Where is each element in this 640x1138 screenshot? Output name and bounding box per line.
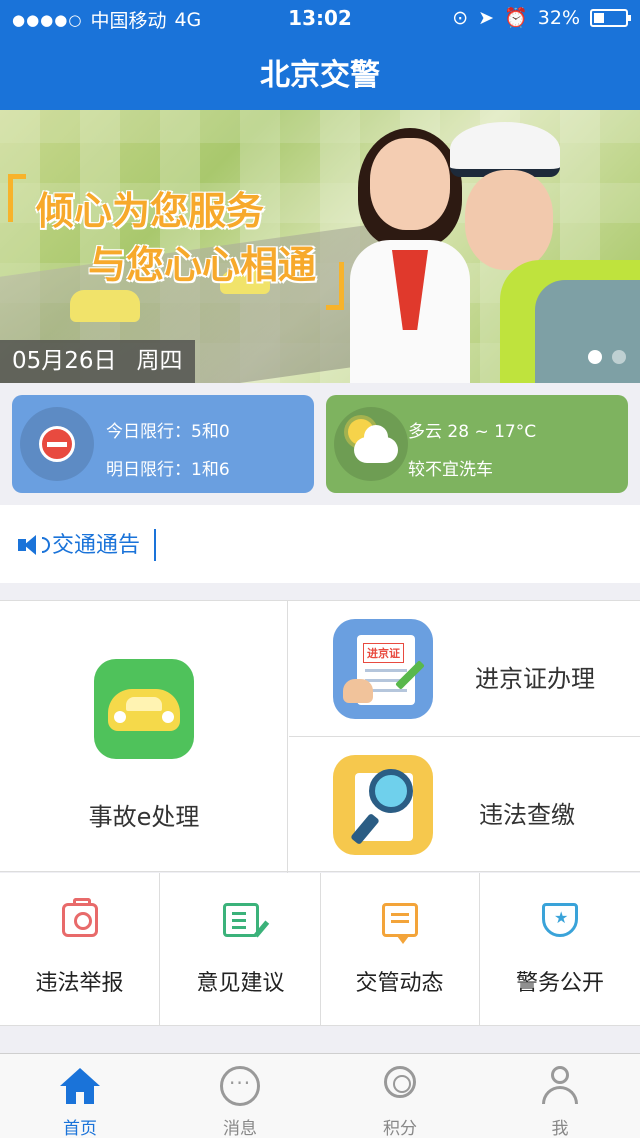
battery-percent: 32% [537,6,580,29]
camera-icon [62,898,98,937]
info-cards: 今日限行：5和0 明日限行：1和6 多云 28 ~ 17°C 较不宜洗车 [0,383,640,505]
note-edit-icon [223,903,259,937]
service-feedback[interactable]: 意见建议 [161,873,321,1026]
main-services-grid: 事故e处理 进京证 进京证办理 违法查缴 [0,600,640,873]
carousel-dot-1[interactable] [588,350,602,364]
banner-date: 05月26日 周四 [0,340,195,383]
carousel-indicator [588,350,626,364]
tab-home[interactable]: 首页 [0,1054,160,1138]
tab-points-label: 积分 [383,1119,417,1138]
slogan-line-1: 倾心为您服务 [36,189,265,233]
service-disclosure-label: 警务公开 [515,971,604,996]
date-text: 05月26日 [12,348,117,374]
traffic-limit-card[interactable]: 今日限行：5和0 明日限行：1和6 [12,395,314,493]
app-header: ●●●●○ 中国移动 4G 13:02 ⊙ ➤ ⏰ 32% 北京交警 [0,0,640,110]
traffic-notice-bar[interactable]: 交通通告 [0,505,640,583]
person-icon [540,1066,580,1106]
service-permit[interactable]: 进京证 进京证办理 [289,601,640,737]
shield-star-icon [542,903,578,937]
service-permit-label: 进京证办理 [475,665,595,693]
service-accident-label: 事故e处理 [88,803,200,831]
banner-carousel[interactable]: 倾心为您服务 与您心心相通 05月26日 周四 [0,110,640,383]
service-report[interactable]: 违法举报 [0,873,160,1026]
notice-label: 交通通告 [52,533,141,558]
car-icon [94,659,194,759]
tab-me[interactable]: 我 [480,1054,640,1138]
tab-me-label: 我 [551,1119,569,1138]
medal-icon [384,1066,416,1098]
limit-tomorrow: 明日限行：1和6 [106,460,230,480]
service-disclosure[interactable]: 警务公开 [480,873,640,1026]
battery-icon [590,8,631,27]
page-title: 北京交警 [260,58,380,93]
tab-home-label: 首页 [63,1119,97,1138]
secondary-services-grid: 违法举报 意见建议 交管动态 警务公开 [0,873,640,1026]
chat-icon [220,1066,260,1106]
notice-divider [154,529,156,561]
weekday-text: 周四 [136,348,183,374]
bottom-tab-bar: 首页 消息 积分 我 [0,1053,640,1138]
service-news-label: 交管动态 [355,971,444,996]
limit-today: 今日限行：5和0 [106,422,230,442]
service-accident[interactable]: 事故e处理 [0,601,288,873]
message-icon [382,903,418,944]
service-violation-label: 违法查缴 [479,801,575,829]
slogan-line-2: 与您心心相通 [88,243,317,287]
banner-slogan: 倾心为您服务 与您心心相通 [8,170,348,340]
rotation-lock-icon: ⊙ [452,6,469,29]
tab-messages-label: 消息 [223,1119,257,1138]
no-entry-icon [20,407,94,481]
service-news[interactable]: 交管动态 [320,873,480,1026]
status-bar: ●●●●○ 中国移动 4G 13:02 ⊙ ➤ ⏰ 32% [0,0,640,36]
alarm-icon: ⏰ [504,7,528,29]
banner-officer-image [440,110,640,383]
tab-points[interactable]: 积分 [320,1054,480,1138]
carousel-dot-2[interactable] [612,350,626,364]
permit-badge-text: 进京证 [363,643,404,663]
speaker-icon [18,535,50,555]
permit-document-icon: 进京证 [333,619,433,719]
partly-cloudy-icon [334,407,408,481]
weather-card[interactable]: 多云 28 ~ 17°C 较不宜洗车 [326,395,628,493]
magnifier-document-icon [333,755,433,855]
home-icon [60,1066,100,1106]
service-feedback-label: 意见建议 [196,971,285,996]
weather-summary: 多云 28 ~ 17°C [408,422,537,442]
car-wash-advice: 较不宜洗车 [408,460,493,480]
tab-messages[interactable]: 消息 [160,1054,320,1138]
service-violation[interactable]: 违法查缴 [289,737,640,873]
service-report-label: 违法举报 [35,971,124,996]
location-icon: ➤ [478,6,495,29]
